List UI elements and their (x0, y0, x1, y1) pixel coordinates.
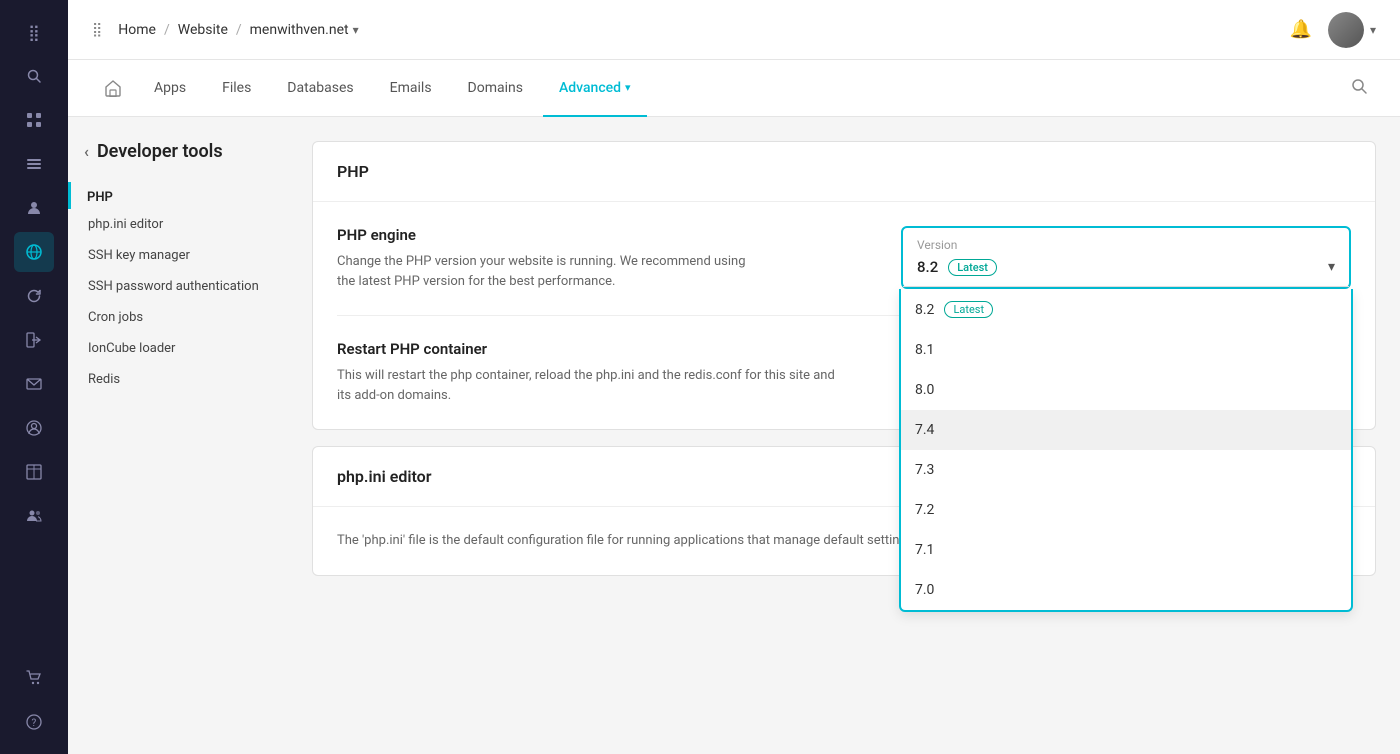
breadcrumb-chevron-icon: ▾ (353, 23, 359, 37)
search-icon[interactable] (14, 56, 54, 96)
advanced-chevron-icon: ▾ (625, 81, 631, 94)
sidebar-item-phpini[interactable]: php.ini editor (68, 209, 288, 240)
restart-text: Restart PHP container This will restart … (337, 340, 837, 405)
users-icon[interactable] (14, 496, 54, 536)
php-engine-title: PHP engine (337, 226, 757, 244)
apps-grid-icon[interactable] (14, 100, 54, 140)
dev-tools-title: Developer tools (97, 141, 223, 162)
avatar[interactable] (1328, 12, 1364, 48)
version-label: Version (903, 228, 1349, 258)
latest-badge: Latest (948, 259, 997, 276)
back-button[interactable]: ‹ (84, 142, 89, 161)
version-option-81[interactable]: 8.1 (901, 330, 1351, 370)
mail-icon[interactable] (14, 364, 54, 404)
person-circle-icon[interactable] (14, 408, 54, 448)
version-option-72[interactable]: 7.2 (901, 490, 1351, 530)
version-option-80[interactable]: 8.0 (901, 370, 1351, 410)
php-engine-row: PHP engine Change the PHP version your w… (337, 226, 1351, 291)
dropdown-arrow-icon: ▾ (1328, 259, 1335, 275)
tab-apps[interactable]: Apps (138, 61, 202, 117)
sidebar-item-ioncube[interactable]: IonCube loader (68, 333, 288, 364)
sidebar-item-ssh-password[interactable]: SSH password authentication (68, 271, 288, 302)
option-82-badge: Latest (944, 301, 993, 318)
php-section-card: PHP PHP engine Change the PHP version yo… (312, 141, 1376, 430)
php-section-header: PHP (313, 142, 1375, 202)
tab-domains[interactable]: Domains (452, 61, 539, 117)
breadcrumb-website[interactable]: Website (178, 22, 228, 38)
selected-version-text: 8.2 (917, 258, 938, 276)
version-dropdown-container: Version 8.2 Latest ▾ (901, 226, 1351, 289)
home-tab-icon[interactable] (92, 60, 134, 116)
table-icon[interactable] (14, 452, 54, 492)
version-option-71[interactable]: 7.1 (901, 530, 1351, 570)
php-engine-text: PHP engine Change the PHP version your w… (337, 226, 757, 291)
sidebar-item-ssh-key[interactable]: SSH key manager (68, 240, 288, 271)
sidebar-item-redis[interactable]: Redis (68, 364, 288, 395)
version-box: Version 8.2 Latest ▾ (901, 226, 1351, 289)
refresh-icon[interactable] (14, 276, 54, 316)
sidebar: ⣿ (0, 0, 68, 754)
restart-description: This will restart the php container, rel… (337, 366, 837, 405)
breadcrumb-current-site[interactable]: menwithven.net ▾ (250, 22, 359, 38)
php-engine-description: Change the PHP version your website is r… (337, 252, 757, 291)
globe-icon[interactable] (14, 232, 54, 272)
version-value: 8.2 Latest (917, 258, 1328, 276)
user-icon[interactable] (14, 188, 54, 228)
content-area: ‹ Developer tools PHP php.ini editor SSH… (68, 117, 1400, 754)
breadcrumb: Home / Website / menwithven.net ▾ (118, 22, 358, 38)
version-select-row[interactable]: 8.2 Latest ▾ (903, 258, 1349, 287)
help-icon[interactable]: ? (14, 702, 54, 742)
notification-bell-icon[interactable]: 🔔 (1290, 19, 1312, 40)
dev-sidebar: ‹ Developer tools PHP php.ini editor SSH… (68, 117, 288, 754)
tab-emails[interactable]: Emails (374, 61, 448, 117)
version-dropdown-options: 8.2 Latest 8.1 8.0 7.4 (899, 289, 1353, 612)
version-option-74[interactable]: 7.4 (901, 410, 1351, 450)
nav-tabs: Apps Files Databases Emails Domains Adva… (68, 60, 1400, 117)
nav-search-icon[interactable] (1342, 69, 1376, 107)
php-section-label[interactable]: PHP (68, 182, 288, 209)
topbar: ⣿ Home / Website / menwithven.net ▾ 🔔 ▾ (68, 0, 1400, 60)
breadcrumb-sep1: / (164, 22, 170, 38)
topbar-grid-icon[interactable]: ⣿ (92, 22, 102, 38)
tab-files[interactable]: Files (206, 61, 267, 117)
svg-text:?: ? (32, 718, 37, 729)
restart-title: Restart PHP container (337, 340, 837, 358)
version-option-70[interactable]: 7.0 (901, 570, 1351, 610)
tab-databases[interactable]: Databases (271, 61, 369, 117)
main-content: PHP PHP engine Change the PHP version yo… (288, 117, 1400, 754)
version-option-73[interactable]: 7.3 (901, 450, 1351, 490)
version-option-82[interactable]: 8.2 Latest (901, 289, 1351, 330)
dev-sidebar-header: ‹ Developer tools (68, 141, 288, 178)
login-icon[interactable] (14, 320, 54, 360)
php-engine-body: PHP engine Change the PHP version your w… (313, 202, 1375, 315)
sidebar-item-cron[interactable]: Cron jobs (68, 302, 288, 333)
list-icon[interactable] (14, 144, 54, 184)
breadcrumb-sep2: / (236, 22, 242, 38)
grid-icon[interactable]: ⣿ (14, 12, 54, 52)
tab-advanced[interactable]: Advanced ▾ (543, 61, 647, 117)
breadcrumb-home[interactable]: Home (118, 22, 156, 38)
avatar-chevron-icon[interactable]: ▾ (1370, 23, 1376, 37)
cart-icon[interactable] (14, 658, 54, 698)
main-area: ⣿ Home / Website / menwithven.net ▾ 🔔 ▾ (68, 0, 1400, 754)
dev-sidebar-section-php: PHP php.ini editor SSH key manager SSH p… (68, 178, 288, 399)
topbar-right: 🔔 ▾ (1290, 12, 1376, 48)
